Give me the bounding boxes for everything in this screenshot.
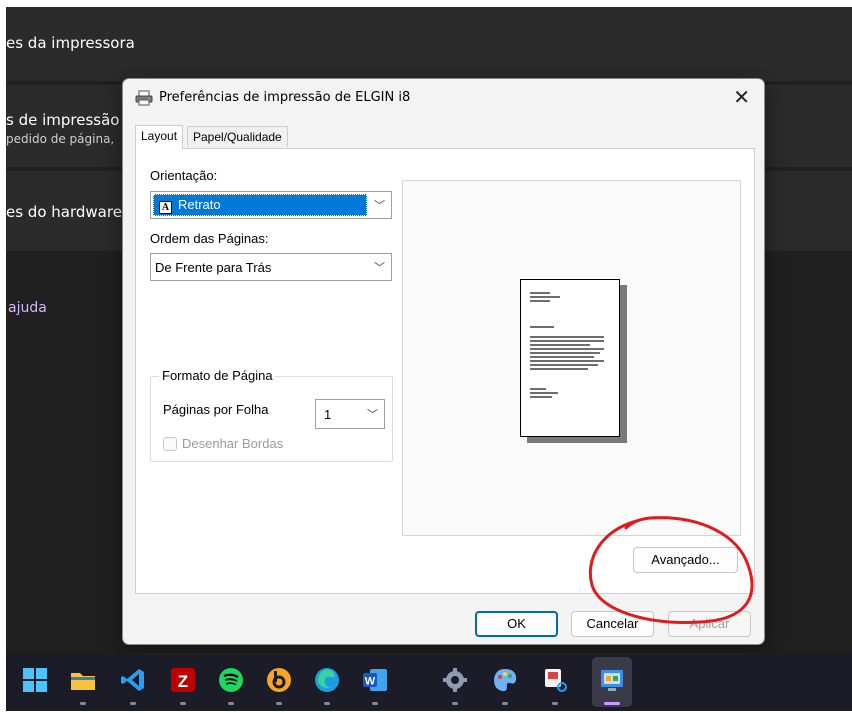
running-indicator [80,702,86,705]
preview-line [530,364,598,366]
running-indicator [228,702,234,705]
preview-line [530,368,588,370]
chevron-down-icon: ﹀ [367,409,378,421]
file-explorer-icon[interactable] [70,667,96,693]
preview-line [530,352,600,354]
preview-line [530,360,604,362]
orientation-value: A Retrato [159,197,221,214]
printer-properties-row[interactable]: es da impressora [6,7,852,81]
page-order-label: Ordem das Páginas: [150,231,269,246]
active-app-indicator [604,702,620,705]
filezilla-icon[interactable]: Z [170,667,196,693]
close-icon[interactable]: ✕ [733,85,750,109]
windows-start-icon[interactable] [22,667,48,693]
browser-b-icon[interactable] [266,667,292,693]
ok-button[interactable]: OK [475,611,558,637]
tab-paper-quality-label: Papel/Qualidade [193,130,282,144]
running-indicator [452,702,458,705]
vscode-icon[interactable] [120,667,146,693]
draw-borders-checkbox[interactable] [163,437,177,451]
spotify-icon[interactable] [218,667,244,693]
preview-line [530,388,546,390]
word-icon[interactable]: W [362,667,388,693]
chevron-down-icon: ﹀ [374,200,385,212]
preview-line [530,348,604,350]
tab-layout-label: Layout [141,129,178,143]
layout-tab-panel: Orientação: A Retrato ﹀ Ordem das Páginas… [135,148,755,594]
page-preview [402,180,741,536]
pages-per-sheet-value: 1 [324,407,332,422]
help-link[interactable]: ajuda [8,300,47,316]
word-glyph: W [365,676,376,688]
running-indicator [372,702,378,705]
preview-line [530,344,590,346]
dialog-titlebar[interactable]: Preferências de impressão de ELGIN i8 ✕ [123,79,764,119]
dialog-title: Preferências de impressão de ELGIN i8 [159,90,411,105]
preview-line [530,292,550,294]
running-indicator [324,702,330,705]
apply-button[interactable]: Aplicar [668,611,751,637]
printing-preferences-sublabel: pedido de página, [6,132,115,146]
preview-line [530,300,550,302]
advanced-button[interactable]: Avançado... [633,547,738,573]
pages-per-sheet-label: Páginas por Folha [163,402,269,417]
page-format-title: Formato de Página [159,368,276,383]
preview-line [530,336,604,338]
preview-line [530,392,558,394]
running-indicator [130,702,136,705]
filezilla-glyph: Z [178,672,188,691]
preview-line [530,356,594,358]
page-format-group: Formato de Página Páginas por Folha 1 ﹀ … [150,368,393,462]
page-order-select[interactable]: De Frente para Trás ﹀ [150,253,392,281]
printer-icon [135,90,153,106]
cancel-button[interactable]: Cancelar [571,611,654,637]
pages-per-sheet-select[interactable]: 1 ﹀ [315,399,385,429]
paint-icon[interactable] [492,667,518,693]
draw-borders-label: Desenhar Bordas [182,436,284,451]
snipping-tool-icon[interactable] [542,667,568,693]
printer-properties-label: es da impressora [6,34,135,52]
chevron-down-icon: ﹀ [374,262,385,274]
portrait-doc-icon: A [159,201,172,214]
settings-gear-icon[interactable] [442,667,468,693]
tab-layout[interactable]: Layout [135,125,184,149]
preview-line [530,340,604,342]
orientation-value-text: Retrato [178,197,221,212]
taskbar: Z W [6,653,852,711]
preview-line [530,326,554,328]
running-indicator [502,702,508,705]
page-preview-sheet [520,279,620,437]
preview-line [530,296,560,298]
edge-icon[interactable] [314,667,340,693]
printing-preferences-dialog: Preferências de impressão de ELGIN i8 ✕ … [122,78,765,645]
running-indicator [552,702,558,705]
page-order-value: De Frente para Trás [155,260,272,275]
running-indicator [180,702,186,705]
orientation-label: Orientação: [150,168,218,183]
printing-preferences-label: s de impressão [6,111,120,129]
preview-line [530,396,552,398]
orientation-select[interactable]: A Retrato ﹀ [150,191,392,219]
running-indicator [276,702,282,705]
tab-paper-quality[interactable]: Papel/Qualidade [187,126,288,147]
control-panel-icon[interactable] [599,667,625,693]
hardware-properties-label: es do hardware [6,203,122,221]
